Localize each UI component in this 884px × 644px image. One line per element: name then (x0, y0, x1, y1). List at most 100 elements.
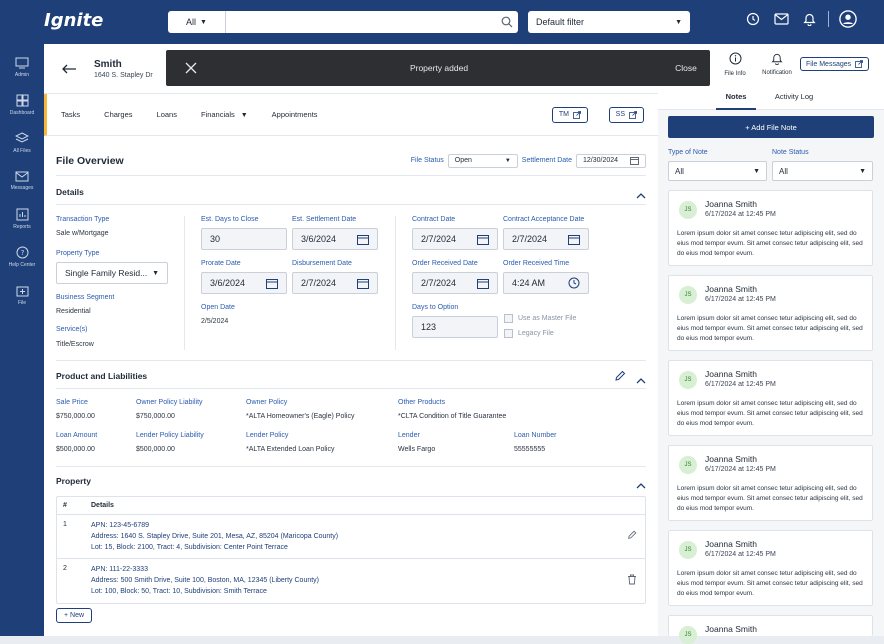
side-nav: Admin Dashboard All Files Messages Repor… (0, 44, 44, 636)
prorate-label: Prorate Date (201, 260, 241, 267)
legacy-file-checkbox[interactable]: Legacy File (504, 329, 554, 338)
tab-tasks[interactable]: Tasks (61, 110, 80, 119)
tab-financials[interactable]: Financials ▼ (201, 110, 248, 119)
sidebar-item-reports[interactable]: Reports (0, 200, 44, 238)
ss-button[interactable]: SS (608, 106, 644, 123)
collapse-chevron-icon[interactable] (636, 186, 646, 204)
file-info-button[interactable]: File Info (722, 52, 748, 77)
sidebar-item-help-center[interactable]: ? Help Center (0, 238, 44, 276)
monitor-icon (15, 57, 29, 68)
trash-icon[interactable] (627, 574, 637, 587)
lot-label: Lot: (91, 544, 103, 551)
search-scope-select[interactable]: All ▼ (168, 11, 226, 33)
collapse-chevron-icon[interactable] (636, 371, 646, 389)
sidebar-item-dashboard[interactable]: Dashboard (0, 86, 44, 124)
layers-icon (15, 132, 29, 143)
note-author: Joanna Smith (705, 199, 757, 209)
sidebar-item-all-files[interactable]: All Files (0, 124, 44, 162)
edit-pencil-icon[interactable] (614, 369, 626, 387)
property-type-select[interactable]: Single Family Resid... ▼ (56, 262, 168, 284)
subdivision-value: Smith Terrace (223, 588, 267, 595)
transaction-type-label: Transaction Type (56, 216, 110, 223)
order-received-time-value: 4:24 AM (512, 278, 546, 288)
file-overview-header: File Overview File Status Open ▼ Settleme… (56, 146, 646, 176)
order-received-date-input[interactable]: 2/7/2024 (412, 272, 498, 294)
new-property-button[interactable]: + New (56, 608, 93, 623)
note-card[interactable]: JS Joanna Smith (668, 615, 873, 644)
days-option-input[interactable]: 123 (412, 316, 498, 338)
table-header: # Details (57, 497, 645, 515)
contract-acceptance-input[interactable]: 2/7/2024 (503, 228, 589, 250)
tm-button[interactable]: TM (551, 106, 588, 123)
sidebar-label: Help Center (8, 262, 36, 268)
note-card[interactable]: JS Joanna Smith 6/17/2024 at 12:45 PM Lo… (668, 360, 873, 436)
notification-button[interactable]: Notification (758, 52, 796, 76)
tab-appointments[interactable]: Appointments (272, 110, 318, 119)
notification-label: Notification (762, 70, 792, 76)
tab-loans[interactable]: Loans (157, 110, 177, 119)
collapse-chevron-icon[interactable] (636, 476, 646, 494)
master-file-checkbox[interactable]: Use as Master File (504, 314, 576, 323)
bell-icon[interactable] (800, 10, 818, 28)
contract-acceptance-value: 2/7/2024 (512, 234, 548, 244)
back-arrow-icon[interactable] (44, 64, 94, 74)
sidebar-item-messages[interactable]: Messages (0, 162, 44, 200)
help-icon: ? (16, 246, 28, 259)
sidebar-label: All Files (13, 148, 31, 154)
settlement-date-input[interactable]: 12/30/2024 (576, 153, 646, 168)
address-line: Address: 500 Smith Drive, Suite 100, Bos… (91, 575, 319, 586)
note-card[interactable]: JS Joanna Smith 6/17/2024 at 12:45 PM Lo… (668, 190, 873, 266)
note-card[interactable]: JS Joanna Smith 6/17/2024 at 12:45 PM Lo… (668, 275, 873, 351)
apn-line: APN: 111-22-3333 (91, 564, 319, 575)
disbursement-input[interactable]: 2/7/2024 (292, 272, 378, 294)
tract-label: Tract: (156, 544, 175, 551)
sidebar-item-file[interactable]: File (0, 276, 44, 314)
tab-notes[interactable]: Notes (716, 90, 756, 110)
mail-icon[interactable] (772, 10, 790, 28)
top-bar: Ignite All ▼ Default filter ▼ (0, 0, 884, 44)
top-icons (744, 10, 857, 28)
divider (395, 216, 396, 350)
file-status-select[interactable]: Open ▼ (447, 153, 518, 168)
edit-pencil-icon[interactable] (627, 530, 637, 542)
toast-notification: Property added Close (166, 50, 710, 86)
address-label: Address: (91, 577, 119, 584)
add-file-note-button[interactable]: + Add File Note (668, 116, 874, 138)
file-messages-button[interactable]: File Messages (800, 57, 870, 71)
open-date-value: 2/5/2024 (201, 318, 229, 325)
toast-close-button[interactable]: Close (662, 63, 710, 73)
order-received-time-input[interactable]: 4:24 AM (503, 272, 589, 294)
close-icon[interactable] (166, 62, 216, 74)
caret-down-icon: ▼ (753, 167, 760, 175)
prorate-input[interactable]: 3/6/2024 (201, 272, 287, 294)
contract-date-input[interactable]: 2/7/2024 (412, 228, 498, 250)
checkbox-icon (504, 329, 513, 338)
tab-charges[interactable]: Charges (104, 110, 132, 119)
note-status-select[interactable]: All ▼ (772, 161, 873, 181)
est-settlement-label: Est. Settlement Date (292, 216, 357, 223)
type-of-note-select[interactable]: All ▼ (668, 161, 767, 181)
caret-down-icon: ▼ (859, 167, 866, 175)
note-card[interactable]: JS Joanna Smith 6/17/2024 at 12:45 PM Lo… (668, 530, 873, 606)
app-logo[interactable]: Ignite (44, 10, 103, 31)
owner-policy-value: *ALTA Homeowner's (Eagle) Policy (246, 413, 355, 420)
product-liabilities-title: Product and Liabilities (56, 371, 148, 381)
sidebar-item-admin[interactable]: Admin (0, 48, 44, 86)
user-avatar-icon[interactable] (839, 10, 857, 28)
tm-label: TM (558, 111, 569, 118)
est-days-input[interactable]: 30 (201, 228, 287, 250)
note-date: 6/17/2024 at 12:45 PM (705, 381, 776, 388)
search-input[interactable] (226, 12, 496, 32)
report-icon (16, 208, 28, 221)
search-button[interactable] (496, 16, 518, 28)
est-settlement-value: 3/6/2024 (301, 234, 337, 244)
avatar: JS (679, 626, 697, 644)
note-card[interactable]: JS Joanna Smith 6/17/2024 at 12:45 PM Lo… (668, 445, 873, 521)
tab-activity-log[interactable]: Activity Log (766, 90, 822, 110)
order-received-time-label: Order Received Time (503, 260, 570, 267)
clock-icon[interactable] (744, 10, 762, 28)
est-settlement-input[interactable]: 3/6/2024 (292, 228, 378, 250)
type-of-note-label: Type of Note (668, 149, 708, 156)
block-label: Block: (120, 588, 140, 595)
default-filter-select[interactable]: Default filter ▼ (528, 11, 690, 33)
